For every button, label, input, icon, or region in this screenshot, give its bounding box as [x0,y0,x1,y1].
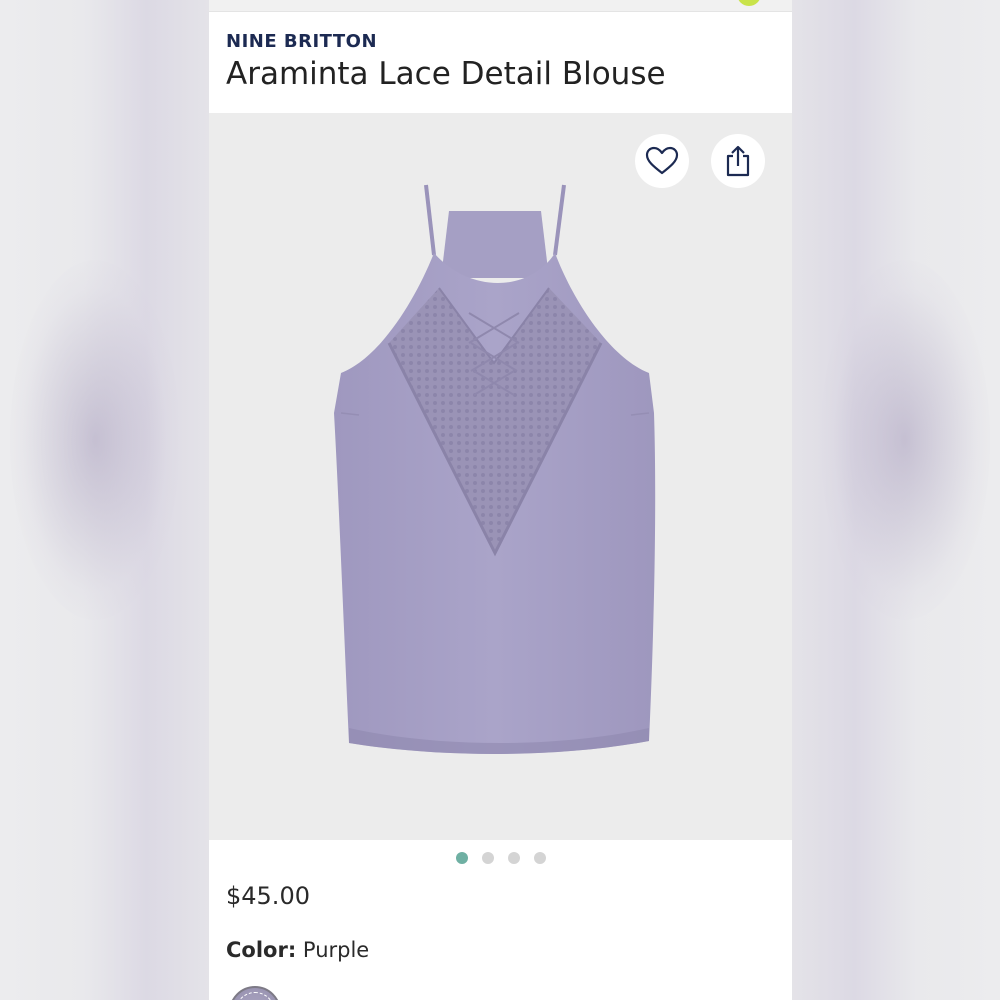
product-image-carousel[interactable] [209,113,792,840]
share-icon [726,145,750,177]
top-bar-edge [209,0,792,12]
right-background-shadow [820,260,990,620]
brand-name[interactable]: NINE BRITTON [226,31,377,52]
carousel-dot-1[interactable] [455,852,468,864]
carousel-dot-3[interactable] [507,852,520,864]
favorite-button[interactable] [635,134,689,188]
product-page: NINE BRITTON Araminta Lace Detail Blouse [209,0,792,1000]
carousel-pagination [209,852,792,864]
carousel-dot-2[interactable] [481,852,494,864]
product-title: Araminta Lace Detail Blouse [226,56,666,92]
product-price: $45.00 [226,882,310,910]
color-value: Purple [302,938,370,962]
color-selection: Color: Purple [226,938,369,962]
product-photo-blouse[interactable] [319,183,669,763]
carousel-dot-4[interactable] [533,852,546,864]
share-button[interactable] [711,134,765,188]
left-background-shadow [10,260,180,620]
color-swatch-purple[interactable] [229,986,281,1000]
color-label: Color: [226,938,297,962]
heart-icon [645,146,679,175]
